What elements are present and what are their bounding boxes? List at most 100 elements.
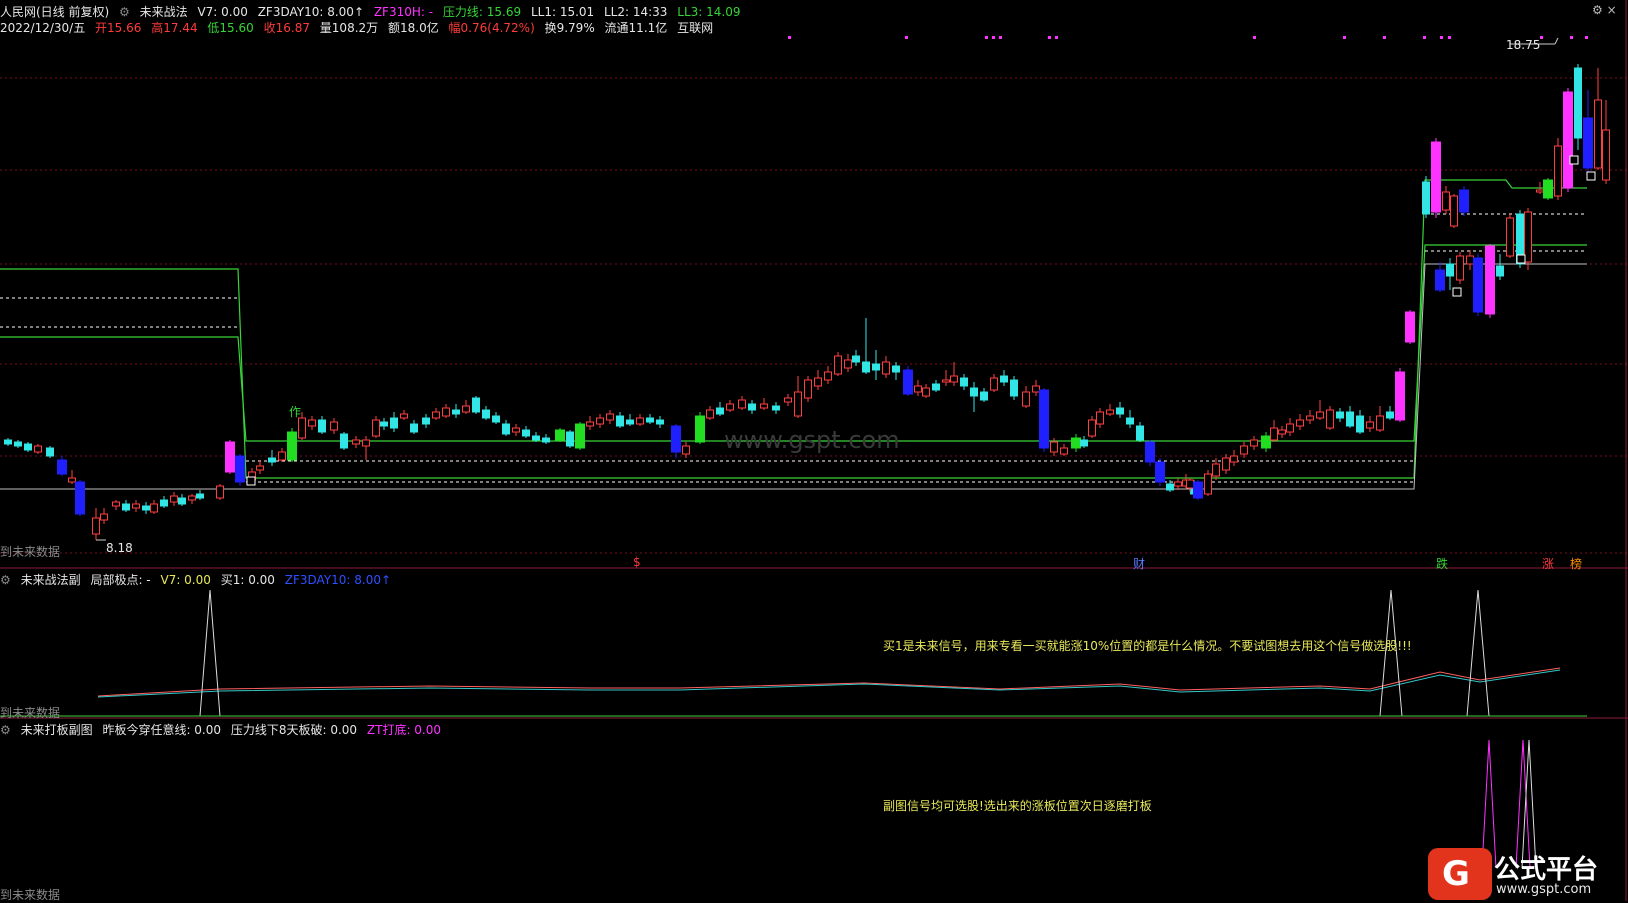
candle-body bbox=[671, 425, 681, 453]
candle-body bbox=[646, 417, 654, 423]
candle-body bbox=[942, 379, 950, 383]
candle-body bbox=[1563, 91, 1573, 189]
candle-body bbox=[1376, 415, 1384, 431]
candle-body bbox=[1166, 483, 1174, 491]
candle-body bbox=[726, 403, 734, 411]
candle-body bbox=[1316, 411, 1324, 419]
candle-body bbox=[1010, 379, 1018, 397]
candle-body bbox=[542, 437, 550, 443]
candle-body bbox=[706, 409, 714, 419]
candle-body bbox=[760, 403, 768, 409]
candle-body bbox=[1602, 129, 1610, 181]
candle-body bbox=[225, 441, 235, 473]
settings-icon[interactable]: ⚙ bbox=[0, 723, 11, 737]
candle-body bbox=[1286, 423, 1294, 433]
candle-body bbox=[844, 359, 852, 369]
candle-body bbox=[308, 419, 316, 427]
candle-body bbox=[278, 451, 286, 461]
signal-dots bbox=[788, 36, 1588, 39]
candle-body bbox=[1126, 417, 1134, 425]
candle-body bbox=[626, 419, 634, 425]
candle-body bbox=[882, 361, 890, 375]
candle-body bbox=[586, 421, 594, 427]
candle-body bbox=[1442, 191, 1450, 211]
candle-body bbox=[1326, 409, 1334, 429]
candle-body bbox=[1574, 67, 1582, 139]
candle-body bbox=[1261, 435, 1271, 449]
candle-body bbox=[1212, 463, 1220, 477]
event-marker-die[interactable]: 跌 bbox=[1436, 555, 1448, 572]
candle-body bbox=[1405, 311, 1415, 343]
candle-body bbox=[596, 417, 604, 425]
candle-body bbox=[46, 447, 54, 457]
candle-body bbox=[216, 485, 224, 499]
sub2-zuoban: 昨板今穿任意线: 0.00 bbox=[102, 723, 222, 737]
settings-icon[interactable]: ⚙ bbox=[0, 573, 11, 587]
candle-body bbox=[748, 403, 756, 411]
candle-body bbox=[235, 455, 245, 483]
candle-body bbox=[75, 481, 85, 515]
candle-body bbox=[804, 379, 812, 399]
event-marker-cai[interactable]: 财 bbox=[1133, 555, 1145, 572]
candle-body bbox=[1506, 217, 1514, 257]
sub1-note: 买1是未来信号，用来专看一买就能涨10%位置的都是什么情况。不要试图想去用这个信… bbox=[883, 639, 1412, 653]
candle-body bbox=[512, 427, 520, 433]
candle-body bbox=[1456, 255, 1464, 281]
sub1-header: ⚙ 未来战法副 局部极点: - V7: 0.00 买1: 0.00 ZF3DAY… bbox=[0, 571, 397, 588]
candle-body bbox=[1356, 415, 1364, 433]
gspt-logo: G bbox=[1428, 848, 1492, 900]
candle-body bbox=[1204, 473, 1212, 495]
candle-body bbox=[178, 497, 186, 505]
sub2-header: ⚙ 未来打板副图 昨板今穿任意线: 0.00 压力线下8天板破: 0.00 ZT… bbox=[0, 721, 447, 738]
event-marker-s[interactable]: $ bbox=[633, 555, 641, 569]
candle-body bbox=[462, 405, 470, 413]
sub1-future-label: 到未来数据 bbox=[0, 706, 61, 720]
candle-body bbox=[1435, 269, 1445, 291]
future-data-label: 到未来数据 bbox=[0, 545, 61, 559]
candle-body bbox=[772, 405, 780, 411]
candle-body bbox=[980, 391, 988, 401]
candle-body bbox=[922, 387, 930, 397]
candle-body bbox=[555, 429, 565, 441]
candle-body bbox=[188, 495, 196, 501]
candle-body bbox=[716, 407, 724, 415]
sub2-name[interactable]: 未来打板副图 bbox=[21, 723, 93, 737]
logo-text: 公式平台 bbox=[1494, 855, 1599, 885]
candle-body bbox=[1346, 411, 1354, 427]
candle-body bbox=[1000, 375, 1008, 383]
candle-body bbox=[1594, 99, 1602, 169]
sub1-name[interactable]: 未来战法副 bbox=[21, 573, 81, 587]
candle-body bbox=[57, 459, 67, 475]
candle-body bbox=[575, 423, 585, 449]
candle-body bbox=[482, 409, 490, 419]
candle-body bbox=[1583, 117, 1593, 169]
candle-body bbox=[606, 413, 614, 421]
candle-body bbox=[738, 399, 746, 409]
sub1-v7: V7: 0.00 bbox=[160, 573, 211, 587]
candle-body bbox=[24, 443, 32, 451]
candle-body bbox=[1466, 255, 1474, 265]
candle-body bbox=[298, 417, 306, 439]
candle-body bbox=[1270, 427, 1278, 441]
event-marker-zhang[interactable]: 涨 bbox=[1542, 555, 1554, 572]
candle-body bbox=[1022, 391, 1030, 407]
candle-body bbox=[1096, 411, 1104, 425]
candle-body bbox=[636, 417, 644, 425]
candle-body bbox=[400, 413, 408, 419]
candle-body bbox=[160, 499, 168, 507]
low-price-label: 8.18 bbox=[106, 541, 133, 555]
candle-body bbox=[695, 415, 705, 443]
candle-body bbox=[1336, 411, 1344, 419]
candle-body bbox=[1431, 141, 1441, 213]
event-marker-bang[interactable]: 榜 bbox=[1570, 555, 1582, 572]
candle-body bbox=[472, 397, 480, 413]
candle-body bbox=[1088, 419, 1096, 437]
candle-body bbox=[410, 423, 418, 433]
signal-square bbox=[1569, 155, 1579, 165]
candle-body bbox=[566, 431, 574, 447]
candle-body bbox=[950, 375, 958, 383]
candle-body bbox=[1422, 181, 1430, 215]
signal-square bbox=[1516, 254, 1526, 264]
candle-body bbox=[1366, 421, 1374, 429]
candle-body bbox=[1496, 265, 1504, 277]
